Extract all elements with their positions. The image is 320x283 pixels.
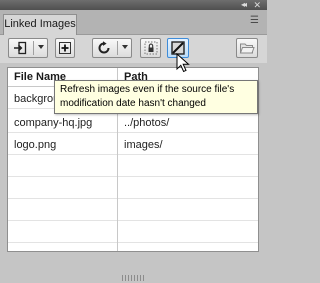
dropdown-divider — [117, 41, 118, 55]
collapse-panel-icon[interactable]: ◂◂ — [241, 0, 247, 10]
table-row[interactable]: logo.png images/ — [8, 136, 258, 155]
panel-menu-icon[interactable]: ☰ — [250, 16, 259, 26]
tooltip-line-2: modification date hasn't changed — [60, 98, 206, 109]
lock-image-button[interactable] — [140, 38, 161, 58]
panel-titlebar: ◂◂ ✕ — [0, 0, 267, 10]
chevron-down-icon[interactable] — [122, 45, 128, 49]
path-cell: images/ — [124, 139, 163, 151]
dropdown-divider — [33, 41, 34, 55]
resize-grip[interactable] — [122, 275, 144, 281]
empty-row — [8, 158, 258, 177]
refresh-icon — [98, 41, 110, 54]
refresh-button[interactable] — [92, 38, 132, 58]
add-image-button[interactable] — [55, 38, 75, 58]
empty-row — [8, 202, 258, 221]
import-icon — [14, 41, 27, 55]
empty-row — [8, 224, 258, 243]
chevron-down-icon[interactable] — [38, 45, 44, 49]
tab-linked-images[interactable]: Linked Images — [3, 14, 77, 35]
tooltip: Refresh images even if the source file's… — [54, 80, 258, 114]
close-panel-icon[interactable]: ✕ — [253, 0, 261, 10]
empty-row — [8, 180, 258, 199]
tab-strip: Linked Images ☰ — [0, 10, 267, 35]
table-row[interactable]: company-hq.jpg ../photos/ — [8, 114, 258, 133]
import-image-button[interactable] — [8, 38, 48, 58]
folder-icon — [239, 43, 255, 54]
lock-icon — [144, 41, 157, 55]
open-folder-button[interactable] — [236, 38, 258, 58]
toolbar — [0, 35, 267, 63]
tooltip-line-1: Refresh images even if the source file's — [60, 84, 235, 95]
path-cell: ../photos/ — [124, 117, 170, 129]
file-name-cell: company-hq.jpg — [14, 117, 93, 129]
file-name-cell: logo.png — [14, 139, 57, 151]
plus-icon — [59, 42, 71, 54]
mouse-cursor-icon — [176, 53, 190, 73]
